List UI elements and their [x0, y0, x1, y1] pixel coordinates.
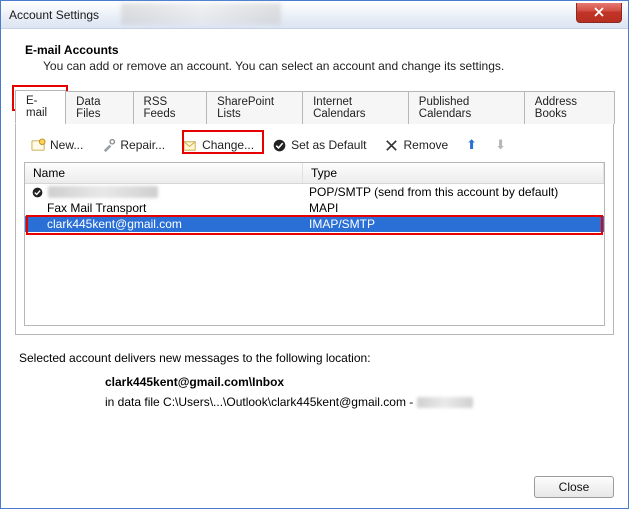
tabs-wrap: E-mail Data Files RSS Feeds SharePoint L… — [15, 89, 614, 124]
titlebar-bg-blur — [121, 3, 281, 25]
change-button-label: Change... — [202, 138, 254, 152]
move-down-button[interactable]: ⬇ — [488, 134, 513, 156]
delivery-path-blurred — [417, 397, 473, 408]
account-type: MAPI — [303, 200, 604, 216]
remove-icon — [384, 138, 399, 153]
arrow-down-icon: ⬇ — [495, 137, 506, 153]
col-name[interactable]: Name — [25, 163, 303, 183]
new-icon — [31, 138, 46, 153]
delivery-note: Selected account delivers new messages t… — [19, 351, 610, 365]
close-icon — [594, 7, 604, 17]
col-type[interactable]: Type — [303, 163, 604, 183]
account-name: Fax Mail Transport — [25, 200, 303, 216]
tab-sharepoint-lists[interactable]: SharePoint Lists — [206, 91, 303, 124]
section-subtitle: You can add or remove an account. You ca… — [43, 59, 614, 73]
repair-button-label: Repair... — [120, 138, 165, 152]
repair-icon — [101, 138, 116, 153]
toolbar: New... Repair... Change... Set as Defaul… — [24, 132, 605, 162]
account-settings-window: Account Settings E-mail Accounts You can… — [0, 0, 629, 509]
section-title: E-mail Accounts — [25, 43, 614, 57]
table-row-selected[interactable]: clark445kent@gmail.com IMAP/SMTP — [25, 216, 604, 232]
account-type: IMAP/SMTP — [303, 216, 604, 232]
window-title: Account Settings — [9, 8, 99, 22]
account-name-blurred — [48, 186, 158, 198]
account-type: POP/SMTP (send from this account by defa… — [303, 184, 604, 200]
tabbar: E-mail Data Files RSS Feeds SharePoint L… — [15, 89, 614, 124]
delivery-path-text: in data file C:\Users\...\Outlook\clark4… — [105, 395, 417, 409]
accounts-list[interactable]: Name Type POP/SMTP (send from this accou… — [24, 162, 605, 326]
tab-address-books[interactable]: Address Books — [524, 91, 615, 124]
table-row[interactable]: Fax Mail Transport MAPI — [25, 200, 604, 216]
remove-button[interactable]: Remove — [377, 135, 455, 156]
dialog-body: E-mail Accounts You can add or remove an… — [1, 29, 628, 508]
delivery-path: in data file C:\Users\...\Outlook\clark4… — [105, 395, 610, 409]
tab-email[interactable]: E-mail — [15, 90, 66, 124]
delivery-location: clark445kent@gmail.com\Inbox — [105, 375, 610, 389]
set-default-button[interactable]: Set as Default — [265, 135, 373, 156]
dialog-buttons: Close — [15, 466, 614, 498]
tab-data-files[interactable]: Data Files — [65, 91, 133, 124]
titlebar: Account Settings — [1, 1, 628, 29]
set-default-label: Set as Default — [291, 138, 366, 152]
new-account-button[interactable]: New... — [24, 135, 90, 156]
delivery-location-bold: clark445kent@gmail.com\Inbox — [105, 375, 284, 389]
change-button[interactable]: Change... — [176, 135, 261, 156]
arrow-up-icon: ⬆ — [466, 137, 477, 153]
repair-button[interactable]: Repair... — [94, 135, 172, 156]
remove-button-label: Remove — [403, 138, 448, 152]
tab-published-calendars[interactable]: Published Calendars — [408, 91, 525, 124]
tab-rss-feeds[interactable]: RSS Feeds — [133, 91, 208, 124]
close-window-button[interactable] — [576, 3, 622, 23]
check-circle-icon — [272, 138, 287, 153]
table-row[interactable]: POP/SMTP (send from this account by defa… — [25, 184, 604, 200]
tab-internet-calendars[interactable]: Internet Calendars — [302, 91, 409, 124]
change-icon — [183, 138, 198, 153]
list-header: Name Type — [25, 163, 604, 184]
move-up-button[interactable]: ⬆ — [459, 134, 484, 156]
tab-panel-email: New... Repair... Change... Set as Defaul… — [15, 124, 614, 335]
default-check-icon — [31, 186, 44, 199]
close-button[interactable]: Close — [534, 476, 614, 498]
new-button-label: New... — [50, 138, 83, 152]
account-name: clark445kent@gmail.com — [25, 216, 303, 232]
